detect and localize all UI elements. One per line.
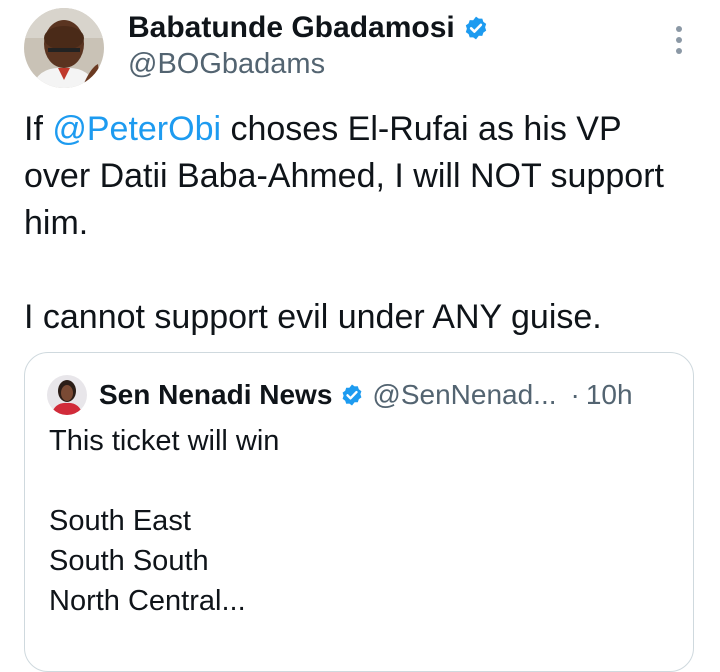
- quoted-author-avatar[interactable]: [47, 375, 87, 415]
- quoted-author-handle[interactable]: @SenNenad...: [372, 379, 556, 411]
- tweet: Babatunde Gbadamosi @BOGbadams If @Peter…: [0, 0, 720, 672]
- mention-link[interactable]: @PeterObi: [52, 110, 221, 148]
- verified-badge-icon: [465, 16, 486, 40]
- quoted-tweet[interactable]: Sen Nenadi News @SenNenad... · 10h This …: [24, 352, 694, 672]
- author-name-text: Babatunde Gbadamosi: [128, 11, 455, 44]
- tweet-text: If @PeterObi choses El-Rufai as his VP o…: [24, 106, 694, 341]
- author-name[interactable]: Babatunde Gbadamosi: [128, 8, 489, 48]
- more-dot: [676, 37, 682, 43]
- verified-badge-icon: [343, 384, 362, 406]
- more-dot: [676, 48, 682, 54]
- more-dot: [676, 26, 682, 32]
- quoted-header: Sen Nenadi News @SenNenad... · 10h: [99, 373, 633, 417]
- tweet-text-start: If: [24, 110, 53, 148]
- quoted-author-name[interactable]: Sen Nenadi News: [99, 379, 332, 411]
- quoted-tweet-text: This ticket will win South East South So…: [49, 425, 280, 617]
- quoted-timestamp[interactable]: 10h: [586, 379, 633, 411]
- author-avatar[interactable]: [24, 8, 104, 88]
- separator-dot: ·: [570, 379, 580, 410]
- more-vertical-icon[interactable]: [664, 22, 694, 58]
- author-handle[interactable]: @BOGbadams: [128, 44, 325, 84]
